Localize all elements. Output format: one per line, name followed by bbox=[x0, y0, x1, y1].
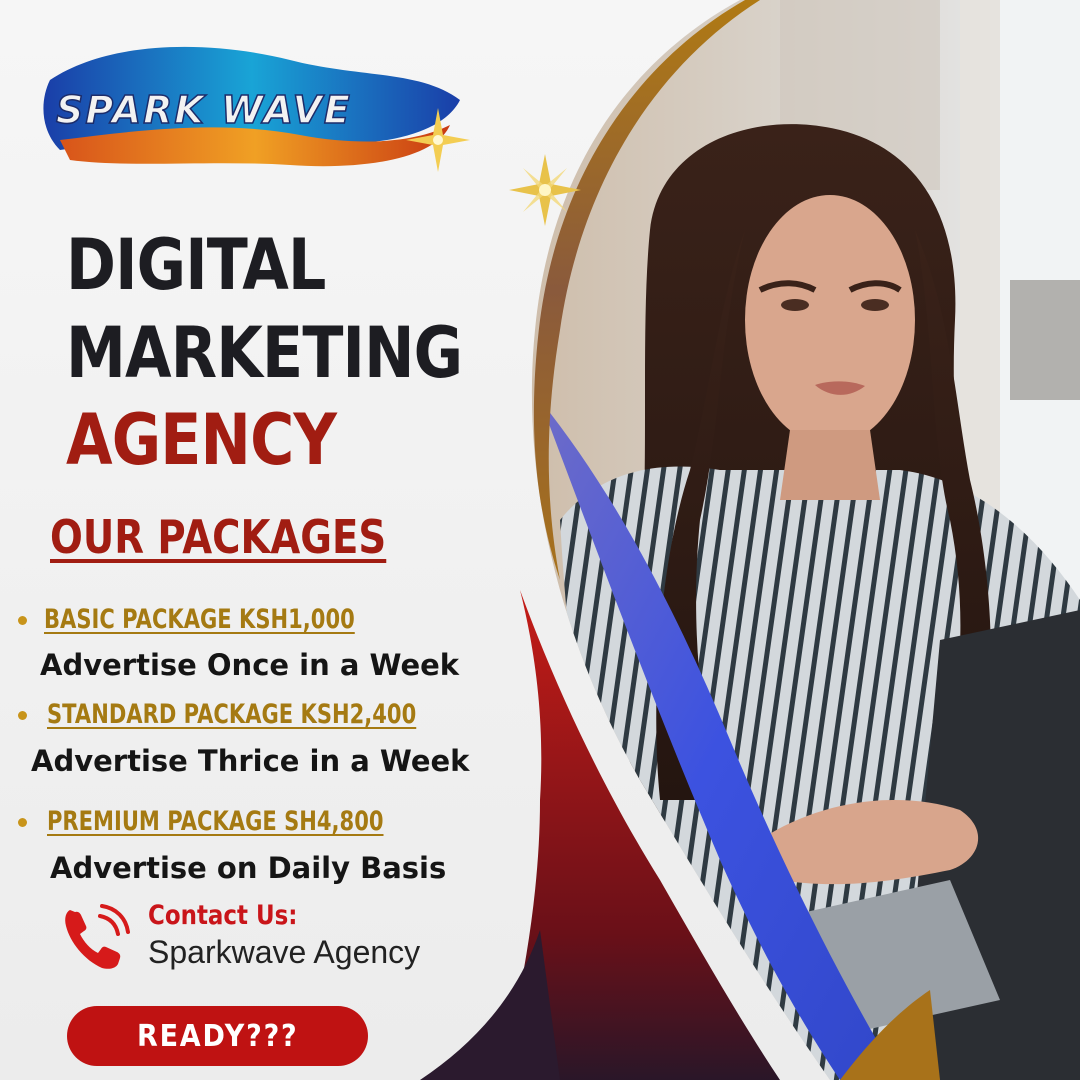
package-basic-description: Advertise Once in a Week bbox=[40, 648, 460, 682]
packages-title: OUR PACKAGES bbox=[50, 510, 387, 564]
ready-button[interactable]: READY??? bbox=[67, 1006, 368, 1066]
package-standard-description: Advertise Thrice in a Week bbox=[31, 744, 470, 778]
headline-line-1: DIGITAL bbox=[66, 224, 326, 306]
contact-name: Sparkwave Agency bbox=[148, 934, 421, 970]
phone-icon bbox=[65, 904, 130, 969]
headline-line-3: AGENCY bbox=[66, 399, 337, 481]
logo-wordmark: SPARK WAVE bbox=[55, 87, 352, 133]
package-premium-name: PREMIUM PACKAGE SH4,800 bbox=[47, 806, 384, 837]
package-standard-name: STANDARD PACKAGE KSH2,400 bbox=[47, 699, 417, 730]
package-basic-name: BASIC PACKAGE KSH1,000 bbox=[44, 604, 355, 635]
bullet-icon bbox=[18, 818, 27, 827]
headline-line-2: MARKETING bbox=[66, 312, 463, 394]
package-premium-description: Advertise on Daily Basis bbox=[50, 851, 447, 885]
ready-button-label: READY??? bbox=[136, 1018, 299, 1054]
bullet-icon bbox=[18, 711, 27, 720]
bullet-icon bbox=[18, 616, 27, 625]
advertisement-poster: SPARK WAVE DIGITAL MARKETING AGENCY OUR … bbox=[0, 0, 1080, 1080]
contact-label: Contact Us: bbox=[148, 900, 298, 931]
